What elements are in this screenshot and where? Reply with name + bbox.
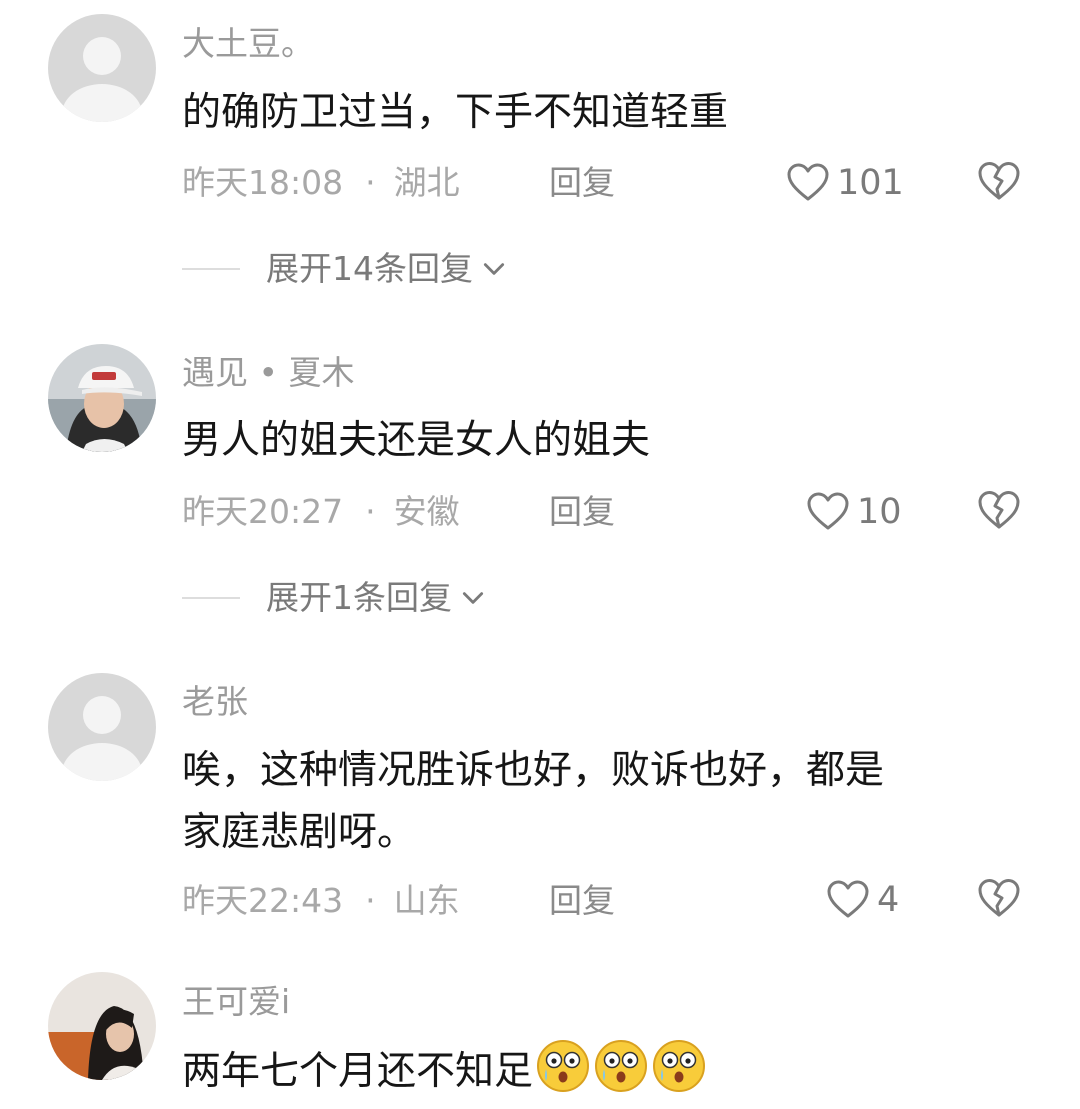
comment-line-text: 两年七个月还不知足 [182, 1049, 534, 1094]
like-button[interactable]: 101 [785, 160, 904, 206]
dislike-button[interactable] [976, 487, 1022, 533]
comment-text: 的确防卫过当，下手不知道轻重 [182, 82, 728, 144]
avatar[interactable] [48, 673, 156, 781]
broken-heart-icon [976, 158, 1022, 204]
separator: · [365, 163, 376, 202]
username[interactable]: 大土豆。 [182, 27, 314, 60]
photo-avatar-icon [48, 344, 156, 452]
username[interactable]: 老张 [182, 685, 248, 718]
expand-replies-label: 展开14条回复 [266, 249, 473, 288]
surprised-face-emoji [593, 1038, 649, 1094]
comment-line: 的确防卫过当，下手不知道轻重 [182, 90, 729, 135]
broken-heart-icon [976, 487, 1022, 533]
timestamp: 昨天20:27 [182, 492, 344, 531]
comment-text: 两年七个月还不知足 [182, 1038, 707, 1103]
username[interactable]: 遇见 • 夏木 [182, 356, 354, 389]
separator: · [365, 881, 376, 920]
comment-meta: 昨天20:27 · 安徽 [182, 495, 460, 528]
default-avatar-icon [48, 14, 156, 122]
location: 安徽 [393, 492, 460, 531]
comment-line: 家庭悲剧呀。 [182, 810, 417, 855]
avatar[interactable] [48, 344, 156, 452]
dislike-button[interactable] [976, 158, 1022, 204]
heart-outline-icon [825, 877, 871, 923]
divider-line [182, 596, 240, 599]
chevron-down-icon [460, 585, 486, 611]
location: 湖北 [393, 163, 460, 202]
expand-replies-button[interactable]: 展开1条回复 [182, 581, 486, 614]
expand-replies-label: 展开1条回复 [266, 578, 452, 617]
comment-line: 唉，这种情况胜诉也好，败诉也好，都是 [182, 748, 885, 793]
chevron-down-icon [481, 256, 507, 282]
divider-line [182, 267, 240, 270]
like-count: 4 [877, 879, 900, 920]
location: 山东 [393, 881, 460, 920]
comment-text: 男人的姐夫还是女人的姐夫 [182, 410, 650, 472]
timestamp: 昨天22:43 [182, 881, 344, 920]
surprised-face-emoji [535, 1038, 591, 1094]
comment-line: 男人的姐夫还是女人的姐夫 [182, 418, 651, 463]
timestamp: 昨天18:08 [182, 163, 344, 202]
like-count: 101 [837, 162, 904, 203]
comment-line: 两年七个月还不知足 [182, 1038, 707, 1103]
avatar[interactable] [48, 972, 156, 1080]
avatar[interactable] [48, 14, 156, 122]
heart-outline-icon [805, 489, 851, 535]
surprised-face-emoji [651, 1038, 707, 1094]
like-count: 10 [857, 491, 902, 532]
like-button[interactable]: 4 [825, 877, 899, 923]
reply-button[interactable]: 回复 [549, 166, 615, 199]
reply-button[interactable]: 回复 [549, 884, 615, 917]
username[interactable]: 王可爱i [182, 985, 290, 1018]
default-avatar-icon [48, 673, 156, 781]
dislike-button[interactable] [976, 875, 1022, 921]
reply-button[interactable]: 回复 [549, 495, 615, 528]
separator: · [365, 492, 376, 531]
like-button[interactable]: 10 [805, 489, 902, 535]
comment-meta: 昨天18:08 · 湖北 [182, 166, 460, 199]
comment-text: 唉，这种情况胜诉也好，败诉也好，都是 家庭悲剧呀。 [182, 740, 884, 864]
broken-heart-icon [976, 875, 1022, 921]
expand-replies-button[interactable]: 展开14条回复 [182, 252, 507, 285]
photo-avatar-icon [48, 972, 156, 1080]
comment-meta: 昨天22:43 · 山东 [182, 884, 460, 917]
heart-outline-icon [785, 160, 831, 206]
